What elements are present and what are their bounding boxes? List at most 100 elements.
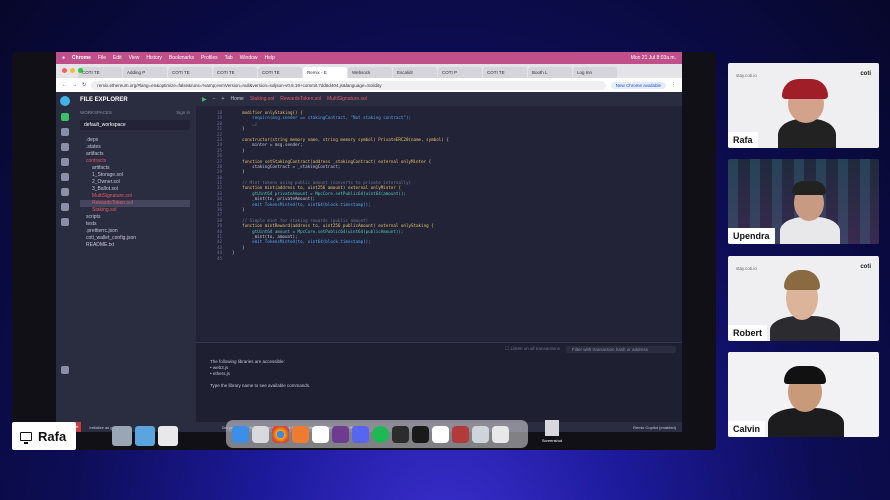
new-chrome-button[interactable]: New Chrome available bbox=[610, 81, 666, 89]
browser-tab[interactable]: Adding P bbox=[123, 67, 167, 78]
browser-tab[interactable]: COTI P bbox=[438, 67, 482, 78]
browser-tab[interactable]: COTI TE bbox=[213, 67, 257, 78]
zoom-window-button[interactable] bbox=[78, 68, 83, 73]
code-lines[interactable]: modifier onlyStaking() { require(msg.sen… bbox=[232, 110, 449, 261]
apple-icon[interactable]: ● bbox=[62, 55, 65, 61]
settings-icon[interactable] bbox=[61, 366, 69, 374]
search-icon[interactable] bbox=[61, 143, 69, 151]
trash-icon[interactable] bbox=[492, 425, 509, 443]
slack-icon[interactable] bbox=[332, 425, 349, 443]
file-explorer-title: FILE EXPLORER bbox=[80, 97, 128, 103]
transaction-filter-input[interactable]: Filter with transaction hash or address bbox=[566, 345, 676, 353]
menu-help[interactable]: Help bbox=[265, 55, 275, 61]
menu-tab[interactable]: Tab bbox=[225, 55, 233, 61]
folder-icon[interactable] bbox=[135, 426, 155, 446]
file-tree-item[interactable]: Staking.sol bbox=[80, 207, 190, 214]
copilot-status[interactable]: Remix Copilot (enabled) bbox=[633, 425, 682, 430]
sign-in-link[interactable]: Sign in bbox=[176, 110, 190, 115]
menu-chrome[interactable]: Chrome bbox=[72, 55, 91, 61]
file-tree-item[interactable]: .states bbox=[80, 144, 190, 151]
editor-tab-multisig[interactable]: MultiSignature.sol bbox=[327, 96, 367, 102]
file-tree-item[interactable]: MultiSignature.sol bbox=[80, 193, 190, 200]
screenshot-thumbnail[interactable]: Screenshot bbox=[540, 420, 564, 443]
browser-tab[interactable]: Log Inn bbox=[573, 67, 617, 78]
participant-tile[interactable]: Upendra bbox=[728, 159, 879, 244]
spotify-icon[interactable] bbox=[372, 425, 389, 443]
code-editor[interactable]: 18 19 20 21 22 23 24 25 26 27 28 29 30 31 32 33 34 35 36 37… bbox=[196, 106, 682, 342]
forward-icon[interactable]: → bbox=[72, 82, 77, 88]
participant-tile[interactable]: stay.coti.io coti Rafa bbox=[728, 63, 879, 148]
finder-icon[interactable] bbox=[232, 425, 249, 443]
code-line[interactable]: function mintReward(address to, uint256 … bbox=[232, 223, 449, 228]
git-icon[interactable] bbox=[61, 203, 69, 211]
menu-file[interactable]: File bbox=[98, 55, 106, 61]
app-icon[interactable] bbox=[472, 425, 489, 443]
workspaces-label: WORKSPACES bbox=[80, 110, 112, 115]
discord-icon[interactable] bbox=[352, 425, 369, 443]
browser-tab[interactable]: Websock bbox=[348, 67, 392, 78]
zoom-out-icon[interactable]: − bbox=[213, 96, 216, 102]
plugin-icon[interactable] bbox=[61, 218, 69, 226]
menu-bookmarks[interactable]: Bookmarks bbox=[169, 55, 194, 61]
file-tree-item[interactable]: coti_wallet_config.json bbox=[80, 235, 190, 242]
plugin-manager-icon[interactable] bbox=[61, 113, 69, 121]
desktop-files bbox=[112, 426, 178, 446]
listen-checkbox[interactable]: ☐ Listen on all transactions bbox=[505, 346, 560, 352]
browser-tab[interactable]: COTI TE bbox=[168, 67, 212, 78]
file-tree-item[interactable]: 3_Ballot.sol bbox=[80, 186, 190, 193]
app-icon[interactable] bbox=[392, 425, 409, 443]
editor-tab-home[interactable]: Home bbox=[230, 96, 243, 102]
remix-logo-icon[interactable] bbox=[60, 96, 70, 106]
menu-window[interactable]: Window bbox=[240, 55, 258, 61]
debugger-icon[interactable] bbox=[61, 188, 69, 196]
menu-edit[interactable]: Edit bbox=[113, 55, 122, 61]
file-explorer-icon[interactable] bbox=[61, 128, 69, 136]
file-tree-item[interactable]: artifacts bbox=[80, 151, 190, 158]
menu-profiles[interactable]: Profiles bbox=[201, 55, 218, 61]
document-icon[interactable] bbox=[158, 426, 178, 446]
menu-history[interactable]: History bbox=[146, 55, 162, 61]
editor-tab-rewards[interactable]: RewardsToken.sol bbox=[280, 96, 321, 102]
app-icon[interactable] bbox=[292, 425, 309, 443]
notion-icon[interactable] bbox=[312, 425, 329, 443]
browser-tab[interactable]: COTI TE bbox=[78, 67, 122, 78]
browser-tab[interactable]: Booth L bbox=[528, 67, 572, 78]
browser-tab[interactable]: COTI TE bbox=[483, 67, 527, 78]
file-tree-item[interactable]: scripts bbox=[80, 214, 190, 221]
deploy-icon[interactable] bbox=[61, 173, 69, 181]
url-bar[interactable]: remix.ethereum.org/#lang=en&optimize=fal… bbox=[91, 80, 606, 90]
browser-tab[interactable]: COTI TE bbox=[258, 67, 302, 78]
file-tree-item[interactable]: contracts bbox=[80, 158, 190, 165]
participant-tile[interactable]: stay.coti.io coti Robert bbox=[728, 256, 879, 341]
run-icon[interactable]: ▶ bbox=[202, 96, 207, 103]
file-tree-item[interactable]: .prettierrc.json bbox=[80, 228, 190, 235]
workspace-select[interactable]: default_workspace bbox=[80, 120, 190, 130]
file-icon[interactable] bbox=[112, 426, 132, 446]
file-tree-item[interactable]: artifacts bbox=[80, 165, 190, 172]
browser-tab[interactable]: Escalidr bbox=[393, 67, 437, 78]
file-tree-item[interactable]: RewardsToken.sol bbox=[80, 200, 190, 207]
file-tree-item[interactable]: README.txt bbox=[80, 242, 190, 249]
file-tree-item[interactable]: 2_Owner.sol bbox=[80, 179, 190, 186]
file-tree-item[interactable]: tests bbox=[80, 221, 190, 228]
participant-tile[interactable]: Calvin bbox=[728, 352, 879, 437]
editor-tab-staking[interactable]: Staking.sol bbox=[250, 96, 274, 102]
file-tree-item[interactable]: .deps bbox=[80, 137, 190, 144]
launchpad-icon[interactable] bbox=[252, 425, 269, 443]
code-line[interactable] bbox=[232, 256, 449, 261]
compiler-icon[interactable] bbox=[61, 158, 69, 166]
minimize-window-button[interactable] bbox=[70, 68, 75, 73]
close-window-button[interactable] bbox=[62, 68, 67, 73]
notion-icon[interactable] bbox=[432, 425, 449, 443]
reload-icon[interactable]: ↻ bbox=[82, 82, 86, 88]
dictionary-icon[interactable] bbox=[452, 425, 469, 443]
chrome-icon[interactable] bbox=[272, 425, 289, 443]
terminal-icon[interactable] bbox=[412, 425, 429, 443]
line-number: 45 bbox=[216, 255, 222, 261]
zoom-in-icon[interactable]: + bbox=[222, 96, 225, 102]
browser-tab-active[interactable]: Remix - E bbox=[303, 67, 347, 78]
file-tree-item[interactable]: 1_Storage.sol bbox=[80, 172, 190, 179]
menu-view[interactable]: View bbox=[129, 55, 140, 61]
back-icon[interactable]: ← bbox=[62, 82, 67, 88]
more-menu-icon[interactable]: ⋮ bbox=[671, 82, 676, 88]
